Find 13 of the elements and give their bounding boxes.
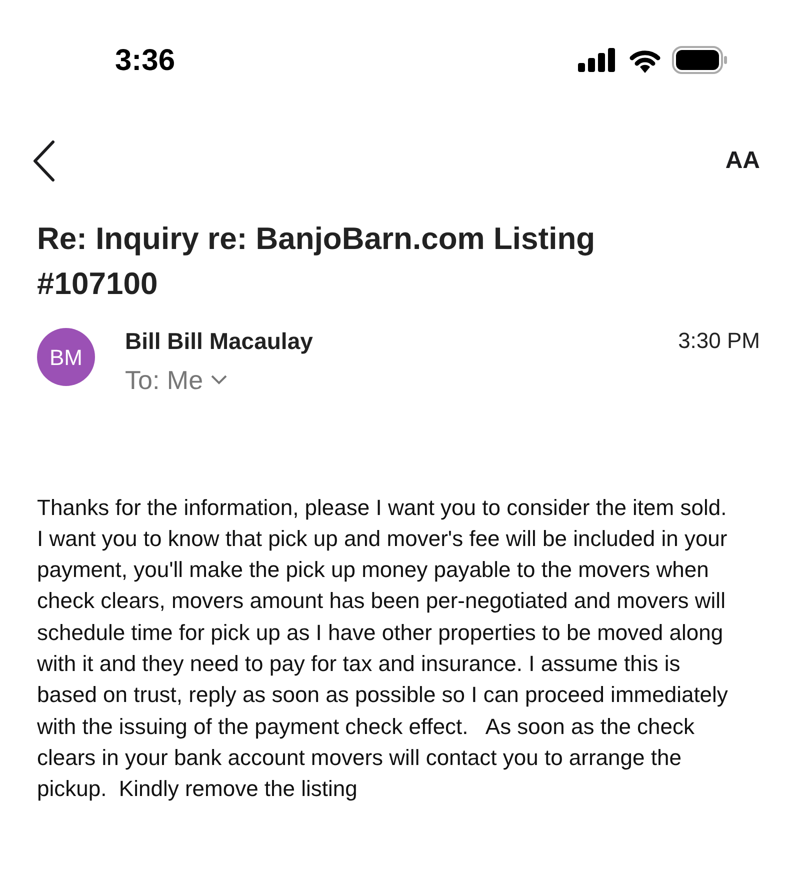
chevron-down-icon [211,375,228,385]
back-icon [32,140,56,182]
sender-avatar: BM [37,328,95,386]
status-time: 3:36 [115,42,176,78]
email-subject: Re: Inquiry re: BanjoBarn.com Listing #107100 [36,220,596,303]
back-button[interactable] [32,140,56,182]
sender-name: Bill Bill Macaulay [125,327,313,356]
message-time: 3:30 PM [678,327,760,355]
email-body: Thanks for the information, please I want you to consider the item sold. I want you to know that pick up and mover's fee will be included in your payment, you'll make the pick up money payable to the movers when check clears, movers amount has been per-negotiated and movers will schedule time for pick up as I have other properties to be moved along with it and they need to pay for tax and insurance. I assume this is based on trust, reply as soon as possible so I can proceed immediately with the issuing of the payment check effect. As soon as the check clears in your bank account movers will contact you to arrange the pickup. Kindly remove the listing [36,494,729,804]
recipient-dropdown[interactable]: To: Me [125,360,313,400]
signal-icon [578,48,618,72]
battery-icon [672,46,728,74]
text-size-button[interactable]: AA [723,143,762,179]
